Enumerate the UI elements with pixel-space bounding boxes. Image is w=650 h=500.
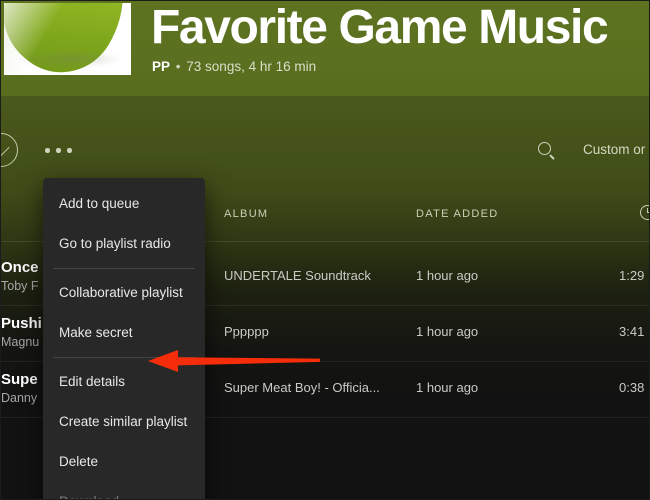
clock-icon xyxy=(640,205,649,220)
column-header-date-added[interactable]: DATE ADDED xyxy=(416,208,498,220)
menu-item-add-to-queue[interactable]: Add to queue xyxy=(43,184,205,224)
check-mark xyxy=(1,141,10,159)
playlist-stats: 73 songs, 4 hr 16 min xyxy=(186,59,317,74)
search-icon[interactable] xyxy=(537,141,557,161)
menu-separator xyxy=(53,357,195,358)
track-artist[interactable]: Magnu xyxy=(1,335,39,349)
track-title: Pushi xyxy=(1,315,42,332)
track-date-added: 1 hour ago xyxy=(416,380,479,395)
track-duration: 0:38 xyxy=(619,380,645,395)
more-options-button[interactable] xyxy=(45,144,77,158)
track-album[interactable]: UNDERTALE Soundtrack xyxy=(224,268,371,283)
dot-2 xyxy=(56,148,61,153)
menu-item-make-secret[interactable]: Make secret xyxy=(43,313,205,353)
track-duration: 3:41 xyxy=(619,324,645,339)
playlist-owner[interactable]: PP xyxy=(152,59,170,74)
playlist-context-menu: Add to queue Go to playlist radio Collabor… xyxy=(43,178,205,499)
menu-item-create-similar-playlist[interactable]: Create similar playlist xyxy=(43,402,205,442)
playlist-header: Favorite Game Music PP • 73 songs, 4 hr … xyxy=(1,1,649,96)
track-album[interactable]: Pppppp xyxy=(224,324,269,339)
menu-item-download: Download xyxy=(43,482,205,499)
track-date-added: 1 hour ago xyxy=(416,324,479,339)
menu-item-go-to-playlist-radio[interactable]: Go to playlist radio xyxy=(43,224,205,264)
sort-order-dropdown[interactable]: Custom or xyxy=(583,142,645,157)
track-album[interactable]: Super Meat Boy! - Officia... xyxy=(224,380,380,395)
search-icon-handle xyxy=(548,153,555,160)
cover-art-shadow xyxy=(20,51,120,67)
track-artist[interactable]: Danny xyxy=(1,391,37,405)
column-header-album[interactable]: ALBUM xyxy=(224,208,268,220)
track-duration: 1:29 xyxy=(619,268,645,283)
dot-3 xyxy=(67,148,72,153)
track-title: Once xyxy=(1,259,39,276)
search-icon-ring xyxy=(538,142,551,155)
menu-item-delete[interactable]: Delete xyxy=(43,442,205,482)
spotify-playlist-window: Favorite Game Music PP • 73 songs, 4 hr … xyxy=(0,0,650,500)
track-date-added: 1 hour ago xyxy=(416,268,479,283)
playlist-meta: PP • 73 songs, 4 hr 16 min xyxy=(152,59,316,74)
meta-separator: • xyxy=(175,59,181,74)
track-title: Supe xyxy=(1,371,38,388)
menu-item-edit-details[interactable]: Edit details xyxy=(43,362,205,402)
dot-1 xyxy=(45,148,50,153)
page-title: Favorite Game Music xyxy=(151,1,609,54)
playlist-cover-art[interactable] xyxy=(4,3,131,75)
track-artist[interactable]: Toby F xyxy=(1,279,39,293)
menu-separator xyxy=(53,268,195,269)
menu-item-collaborative-playlist[interactable]: Collaborative playlist xyxy=(43,273,205,313)
